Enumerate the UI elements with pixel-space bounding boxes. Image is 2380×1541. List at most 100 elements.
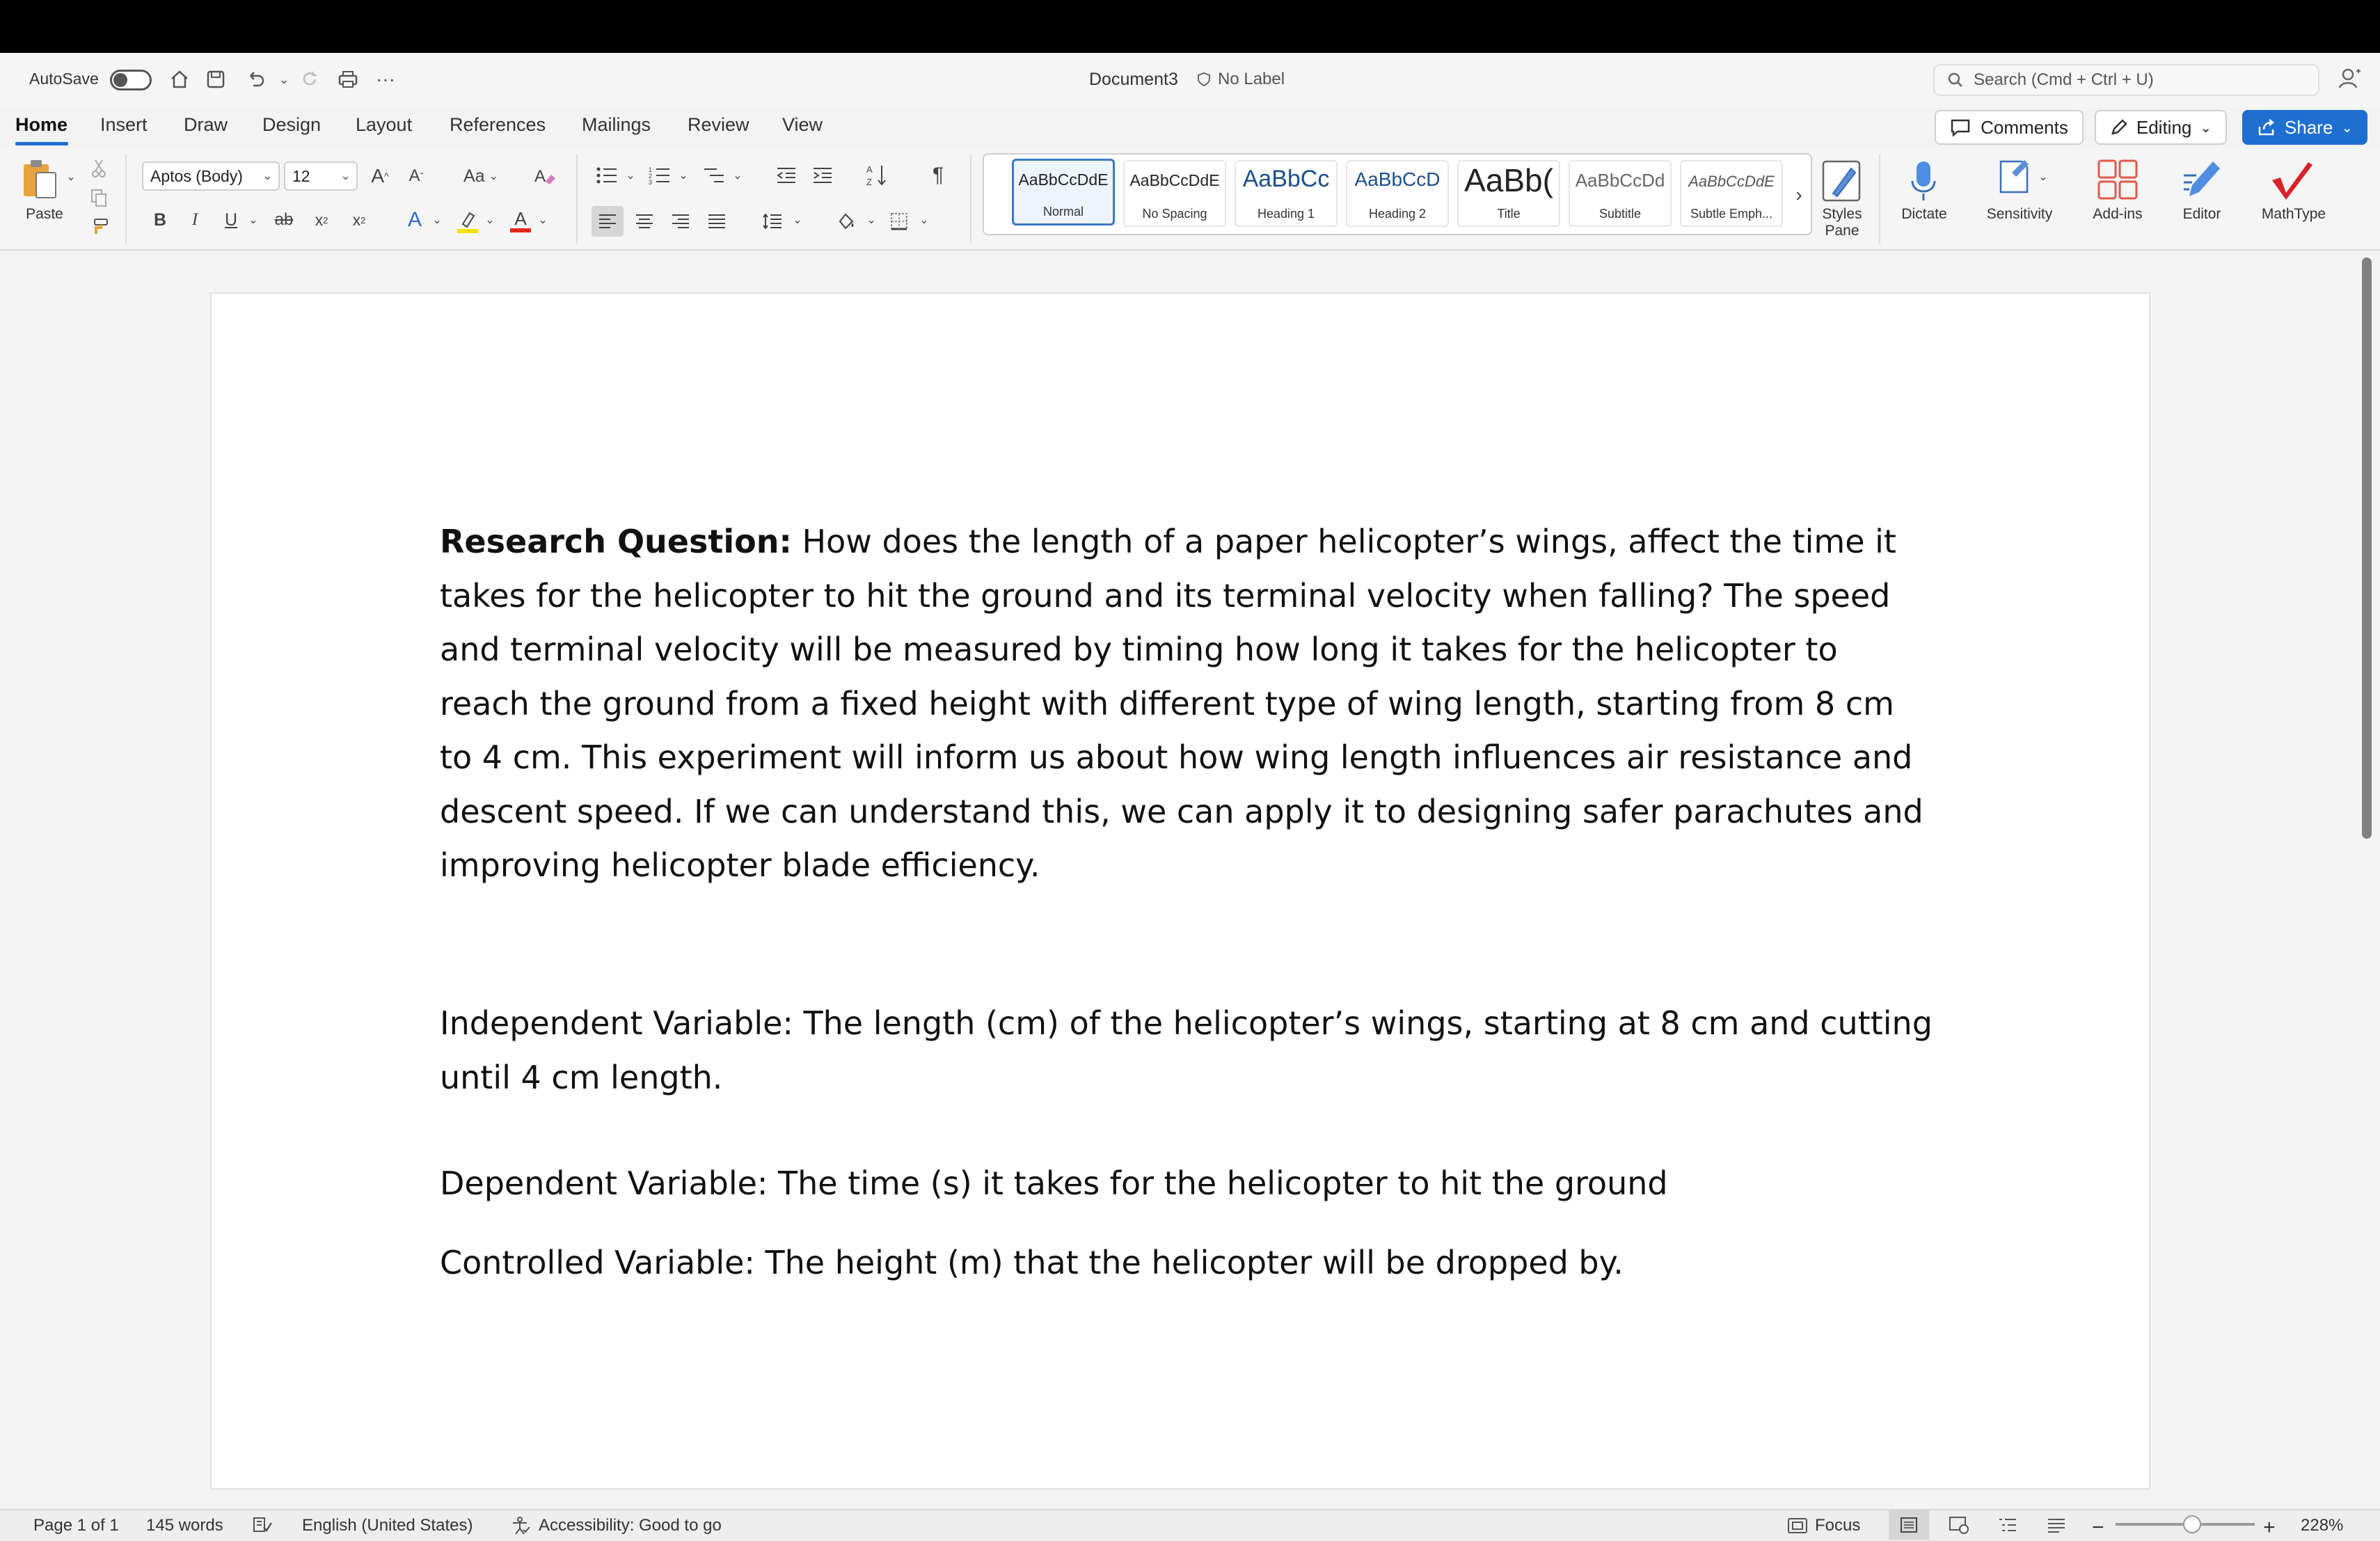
- document-page[interactable]: Research Question: How does the length o…: [210, 292, 2150, 1489]
- numbering-chevron-icon[interactable]: ⌄: [676, 168, 690, 182]
- tab-home[interactable]: Home: [15, 114, 68, 136]
- grow-font-icon[interactable]: A ^: [366, 161, 394, 191]
- outline-view-button[interactable]: [1988, 1510, 2028, 1540]
- borders-chevron-icon[interactable]: ⌄: [917, 213, 931, 227]
- tab-mailings[interactable]: Mailings: [582, 114, 651, 136]
- show-formatting-marks-icon[interactable]: ¶: [924, 161, 952, 189]
- bullets-icon[interactable]: [593, 161, 621, 189]
- style-subtle-emphasis[interactable]: AaBbCcDdE Subtle Emph...: [1680, 160, 1783, 227]
- page-count[interactable]: Page 1 of 1: [33, 1516, 119, 1535]
- search-box[interactable]: [1933, 64, 2319, 96]
- tab-view[interactable]: View: [782, 114, 823, 136]
- tab-insert[interactable]: Insert: [100, 114, 148, 136]
- cut-icon[interactable]: [86, 156, 111, 181]
- change-case-button[interactable]: Aa ⌄: [457, 161, 505, 191]
- styles-pane-icon[interactable]: [1819, 157, 1864, 205]
- font-name-dropdown[interactable]: Aptos (Body) ⌄: [142, 161, 280, 191]
- format-painter-icon[interactable]: [86, 214, 111, 239]
- home-icon[interactable]: [164, 64, 195, 95]
- strikethrough-button[interactable]: ab: [270, 207, 298, 232]
- editor-icon[interactable]: [2178, 156, 2227, 203]
- vertical-scrollbar[interactable]: [2362, 258, 2372, 839]
- font-color-button[interactable]: A: [507, 206, 534, 235]
- account-icon[interactable]: [2335, 65, 2363, 93]
- controlled-variable-paragraph[interactable]: Controlled Variable: The height (m) that…: [440, 1236, 1624, 1290]
- zoom-in-button[interactable]: +: [2263, 1516, 2276, 1540]
- microphone-icon[interactable]: [1904, 157, 1943, 205]
- tab-design[interactable]: Design: [262, 114, 321, 136]
- bullets-chevron-icon[interactable]: ⌄: [624, 168, 637, 182]
- shading-icon[interactable]: [832, 206, 860, 237]
- tab-references[interactable]: References: [450, 114, 546, 136]
- print-icon[interactable]: [333, 64, 363, 95]
- word-count[interactable]: 145 words: [146, 1516, 223, 1535]
- numbering-icon[interactable]: 123: [646, 161, 674, 189]
- language-status[interactable]: English (United States): [302, 1516, 473, 1535]
- tab-review[interactable]: Review: [688, 114, 749, 136]
- autosave-toggle[interactable]: [110, 70, 152, 90]
- proofing-icon[interactable]: [252, 1516, 273, 1534]
- research-question-paragraph[interactable]: Research Question: How does the length o…: [440, 515, 1936, 893]
- tab-layout[interactable]: Layout: [356, 114, 412, 136]
- add-ins-icon[interactable]: [2095, 156, 2141, 203]
- underline-options-chevron-icon[interactable]: ⌄: [246, 213, 260, 227]
- line-spacing-icon[interactable]: [759, 206, 786, 237]
- style-heading-1[interactable]: AaBbCc Heading 1: [1235, 160, 1338, 227]
- zoom-level[interactable]: 228%: [2301, 1516, 2343, 1535]
- highlight-color-icon[interactable]: [454, 207, 482, 235]
- shrink-font-icon[interactable]: Aˇ: [402, 161, 430, 191]
- sensitivity-chevron-icon[interactable]: ⌄: [2036, 170, 2050, 184]
- sensitivity-icon[interactable]: [1992, 156, 2035, 203]
- sensitivity-label-status[interactable]: No Label: [1197, 70, 1285, 89]
- comments-button[interactable]: Comments: [1935, 110, 2084, 145]
- font-color-chevron-icon[interactable]: ⌄: [536, 213, 550, 227]
- undo-icon[interactable]: [240, 64, 271, 95]
- print-layout-view-button[interactable]: [1889, 1510, 1929, 1540]
- style-subtitle[interactable]: AaBbCcDd Subtitle: [1569, 160, 1672, 227]
- draft-view-button[interactable]: [2036, 1510, 2077, 1540]
- bold-button[interactable]: B: [148, 207, 173, 232]
- dependent-variable-paragraph[interactable]: Dependent Variable: The time (s) it take…: [440, 1157, 1668, 1211]
- subscript-button[interactable]: x2: [309, 207, 334, 232]
- copy-icon[interactable]: [86, 185, 111, 210]
- style-normal[interactable]: AaBbCcDdE Normal: [1012, 159, 1115, 226]
- zoom-slider-thumb[interactable]: [2183, 1515, 2201, 1533]
- web-layout-view-button[interactable]: [1939, 1510, 1979, 1540]
- search-input[interactable]: [1974, 70, 2294, 90]
- decrease-indent-icon[interactable]: [772, 161, 800, 189]
- sort-icon[interactable]: AZ: [863, 160, 891, 191]
- justify-icon[interactable]: [703, 206, 731, 237]
- align-center-icon[interactable]: [630, 206, 658, 237]
- font-size-dropdown[interactable]: 12 ⌄: [284, 161, 358, 191]
- style-no-spacing[interactable]: AaBbCcDdE No Spacing: [1123, 160, 1226, 227]
- style-heading-2[interactable]: AaBbCcD Heading 2: [1346, 160, 1449, 227]
- independent-variable-paragraph[interactable]: Independent Variable: The length (cm) of…: [440, 997, 1936, 1105]
- italic-button[interactable]: I: [182, 207, 207, 232]
- superscript-button[interactable]: x2: [347, 207, 372, 232]
- save-icon[interactable]: [200, 64, 231, 95]
- text-effects-chevron-icon[interactable]: ⌄: [430, 213, 444, 227]
- clear-formatting-icon[interactable]: A: [530, 161, 560, 191]
- align-right-icon[interactable]: [667, 206, 695, 237]
- mathtype-icon[interactable]: [2266, 156, 2322, 203]
- more-options-icon[interactable]: ···: [370, 64, 401, 95]
- paste-options-chevron-icon[interactable]: ⌄: [64, 170, 78, 184]
- style-title[interactable]: AaBb( Title: [1457, 160, 1560, 227]
- text-effects-button[interactable]: A: [401, 207, 429, 232]
- accessibility-status[interactable]: Accessibility: Good to go: [511, 1516, 722, 1535]
- gallery-more-chevron-icon[interactable]: ›: [1788, 182, 1809, 207]
- tab-draw[interactable]: Draw: [184, 114, 228, 136]
- line-spacing-chevron-icon[interactable]: ⌄: [791, 213, 804, 227]
- increase-indent-icon[interactable]: [809, 161, 836, 189]
- editing-mode-button[interactable]: Editing ⌄: [2095, 110, 2227, 145]
- share-button[interactable]: Share ⌄: [2242, 110, 2367, 145]
- shading-chevron-icon[interactable]: ⌄: [864, 213, 878, 227]
- focus-mode-button[interactable]: Focus: [1787, 1516, 1860, 1535]
- align-left-icon[interactable]: [592, 206, 624, 237]
- highlight-chevron-icon[interactable]: ⌄: [483, 213, 497, 227]
- borders-icon[interactable]: [885, 206, 913, 237]
- redo-icon[interactable]: [295, 64, 326, 95]
- multilevel-chevron-icon[interactable]: ⌄: [731, 168, 745, 182]
- multilevel-list-icon[interactable]: [700, 161, 728, 189]
- paste-icon[interactable]: [19, 156, 61, 203]
